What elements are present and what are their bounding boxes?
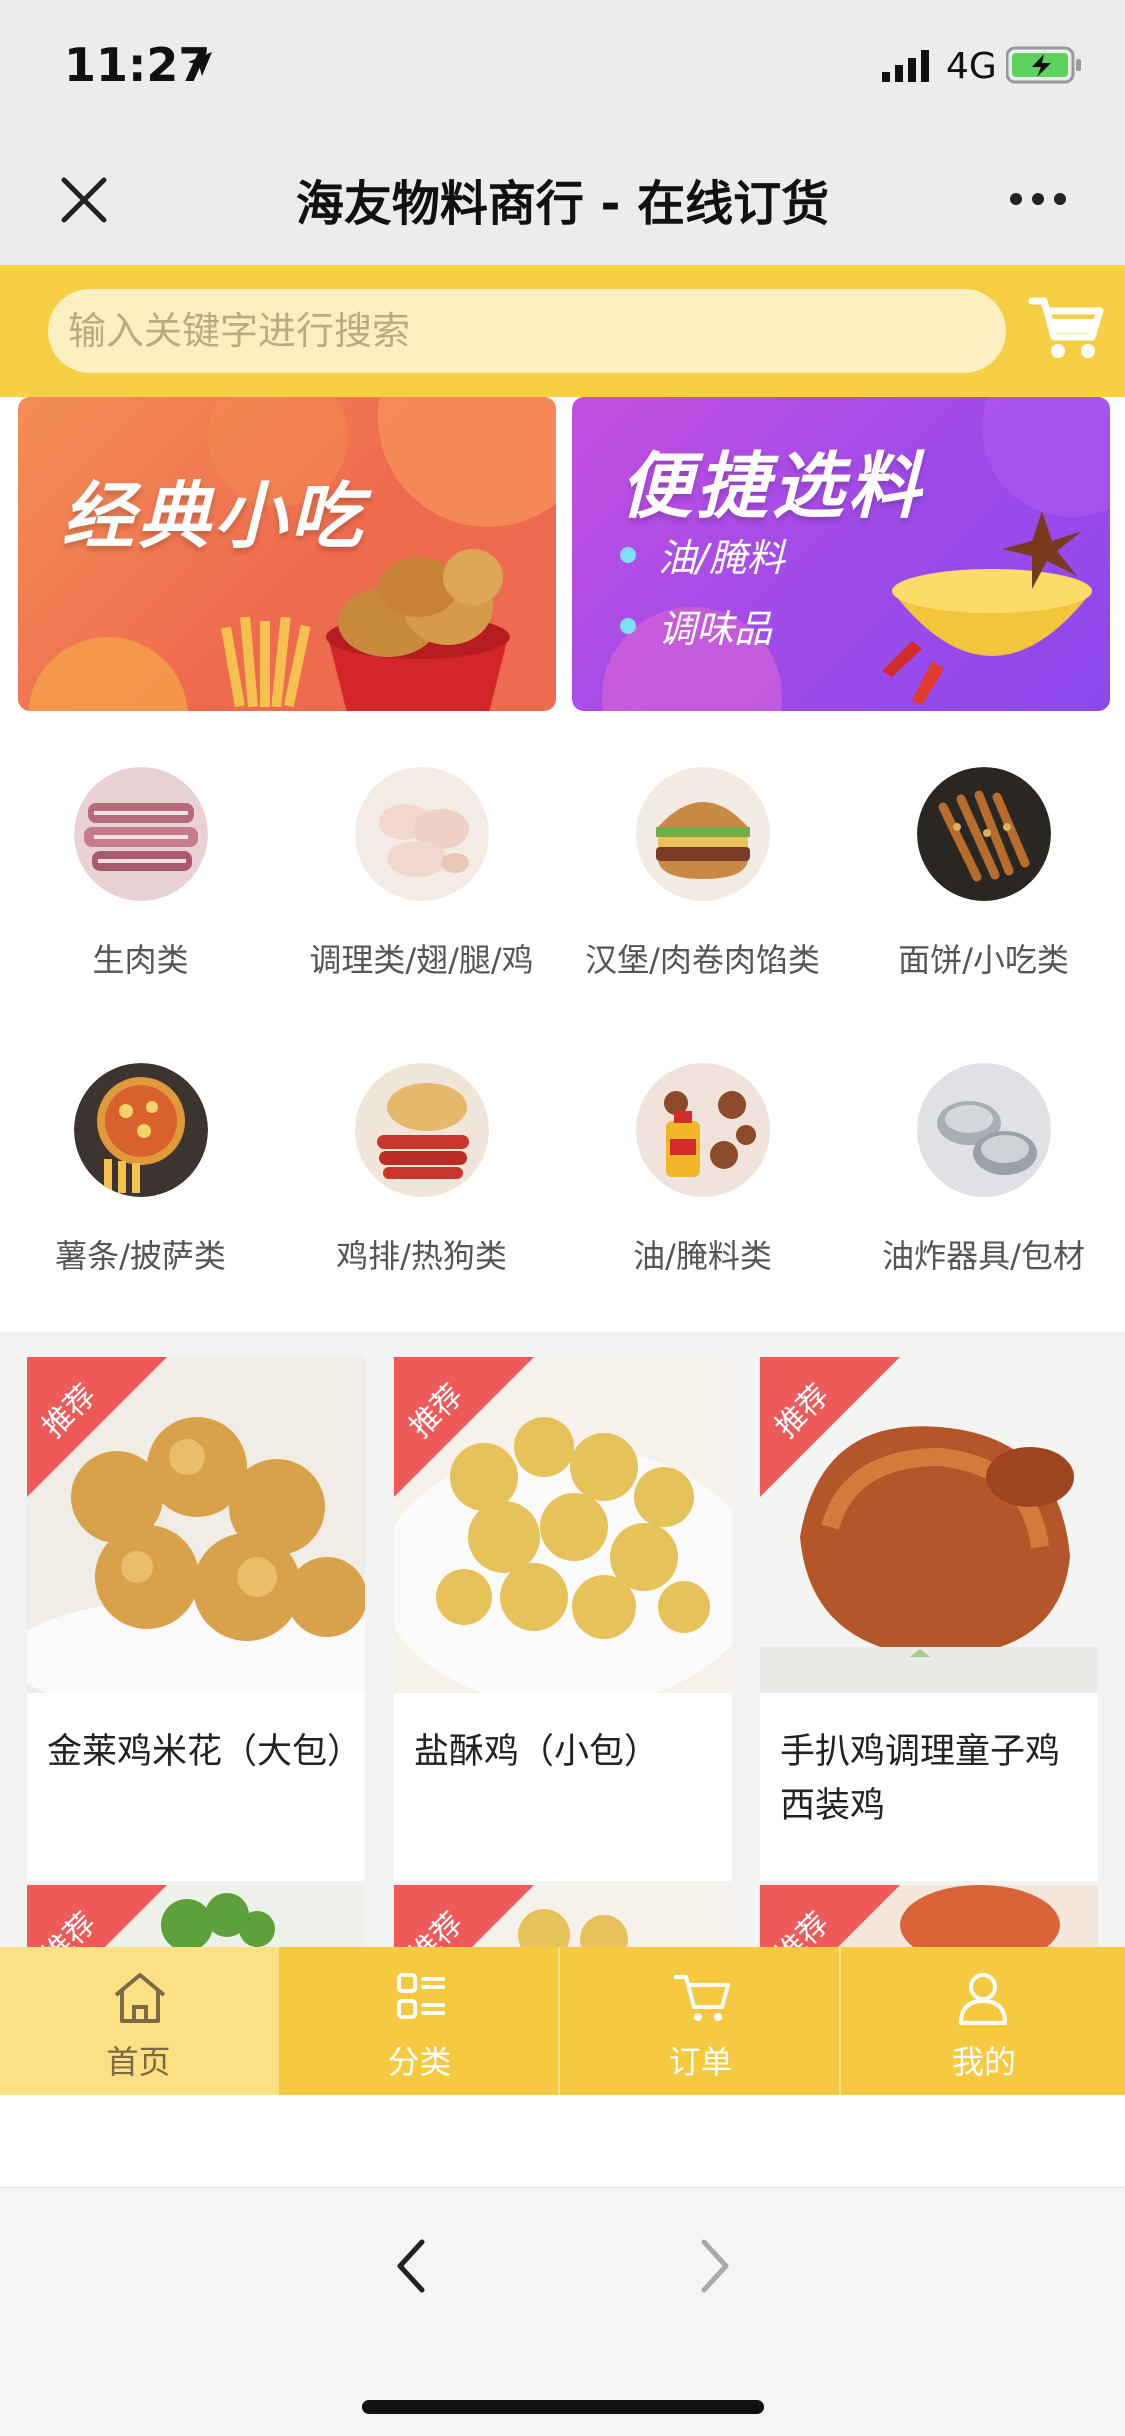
search-bar bbox=[0, 265, 1125, 397]
location-arrow-icon bbox=[188, 52, 212, 76]
tab-label: 订单 bbox=[668, 2043, 733, 2081]
more-options-icon[interactable] bbox=[1008, 184, 1068, 214]
cart-icon bbox=[674, 1975, 730, 2021]
status-bar: 11:27 4G bbox=[0, 0, 1125, 130]
product-name: 金莱鸡米花（大包） bbox=[47, 1732, 363, 1772]
tab-home[interactable]: 首页 bbox=[0, 1947, 279, 2095]
nav-bar: 海友物料商行 - 在线订货 bbox=[0, 130, 1125, 265]
category-label: 汉堡/肉卷肉馅类 bbox=[585, 941, 820, 979]
user-icon bbox=[959, 1973, 1007, 2025]
banner-easy-ingredients[interactable]: 便捷选料 油/腌料 调味品 bbox=[572, 397, 1110, 711]
category-burger[interactable]: 汉堡/肉卷肉馅类 bbox=[562, 767, 843, 981]
product-name: 盐酥鸡（小包） bbox=[414, 1732, 660, 1772]
banner-bullet: 油/腌料 bbox=[620, 527, 785, 582]
app-screen: 11:27 4G 海友物料商行 - 在线订货 输入关键字进行搜索 经典小吃 便捷… bbox=[0, 0, 1125, 2436]
banner-bullet: 调味品 bbox=[620, 598, 785, 653]
page-blank-area bbox=[0, 2095, 1125, 2187]
chicken-wings-image bbox=[354, 767, 489, 901]
category-label: 调理类/翅/腿/鸡 bbox=[309, 941, 534, 979]
fried-chicken-image bbox=[221, 549, 510, 711]
product-card[interactable]: 推荐 盐酥鸡（小包） bbox=[394, 1357, 732, 1881]
pizza-image bbox=[73, 1063, 208, 1197]
category-fryer[interactable]: 油炸器具/包材 bbox=[843, 1063, 1124, 1277]
tab-label: 我的 bbox=[951, 2043, 1016, 2081]
home-indicator[interactable] bbox=[362, 2400, 764, 2414]
tab-profile[interactable]: 我的 bbox=[843, 1947, 1125, 2095]
category-label: 薯条/披萨类 bbox=[55, 1237, 226, 1275]
tab-orders[interactable]: 订单 bbox=[562, 1947, 841, 2095]
raw-meat-image bbox=[73, 767, 208, 901]
bottom-tab-bar: 首页 分类 订单 我的 bbox=[0, 1947, 1125, 2095]
browser-toolbar bbox=[0, 2187, 1125, 2436]
skewers-image bbox=[916, 767, 1051, 901]
hotdog-image bbox=[354, 1063, 489, 1197]
category-label: 鸡排/热狗类 bbox=[336, 1237, 507, 1275]
forward-arrow-icon[interactable] bbox=[694, 2236, 734, 2296]
category-hotdog[interactable]: 鸡排/热狗类 bbox=[281, 1063, 562, 1277]
network-type: 4G bbox=[946, 46, 997, 87]
signal-icon bbox=[882, 50, 929, 82]
category-chicken-wings[interactable]: 调理类/翅/腿/鸡 bbox=[281, 767, 562, 981]
cart-icon[interactable] bbox=[1028, 293, 1104, 363]
oil-image bbox=[635, 1063, 770, 1197]
tab-label: 首页 bbox=[106, 2043, 171, 2081]
burger-image bbox=[635, 767, 770, 901]
category-pizza[interactable]: 薯条/披萨类 bbox=[0, 1063, 281, 1277]
search-input[interactable] bbox=[68, 289, 968, 373]
category-label: 油/腌料类 bbox=[633, 1237, 772, 1275]
home-icon bbox=[114, 1973, 166, 2023]
product-card[interactable]: 推荐 手扒鸡调理童子鸡西装鸡 bbox=[760, 1357, 1098, 1881]
category-label: 面饼/小吃类 bbox=[898, 941, 1069, 979]
tab-category[interactable]: 分类 bbox=[281, 1947, 560, 2095]
category-raw-meat[interactable]: 生肉类 bbox=[0, 767, 281, 981]
banner-bullets: 油/腌料 调味品 bbox=[620, 527, 785, 669]
product-name: 手扒鸡调理童子鸡西装鸡 bbox=[780, 1732, 1061, 1826]
product-card[interactable]: 推荐 bbox=[760, 1885, 1098, 1947]
close-icon[interactable] bbox=[54, 170, 114, 230]
category-label: 生肉类 bbox=[92, 941, 189, 979]
category-snacks[interactable]: 面饼/小吃类 bbox=[843, 767, 1124, 981]
category-oil[interactable]: 油/腌料类 bbox=[562, 1063, 843, 1277]
page-title: 海友物料商行 - 在线订货 bbox=[295, 176, 830, 232]
product-list: 推荐 金莱鸡米花（大包） 推荐 盐酥鸡（小包） 推荐 手扒鸡调理童子鸡西装鸡 推… bbox=[0, 1332, 1125, 1947]
search-box bbox=[48, 289, 1006, 373]
product-card[interactable]: 推荐 bbox=[394, 1885, 732, 1947]
category-label: 油炸器具/包材 bbox=[882, 1237, 1085, 1275]
product-card[interactable]: 推荐 bbox=[27, 1885, 365, 1947]
fryer-image bbox=[916, 1063, 1051, 1197]
product-card[interactable]: 推荐 金莱鸡米花（大包） bbox=[27, 1357, 365, 1881]
battery-charging-icon bbox=[1006, 46, 1081, 84]
category-grid: 生肉类 调理类/翅/腿/鸡 汉堡/肉卷肉馅类 面饼/小吃类 薯条/披萨类 鸡排/… bbox=[0, 737, 1125, 1332]
tab-label: 分类 bbox=[387, 2043, 452, 2081]
promo-banners: 经典小吃 便捷选料 油/腌料 调味品 bbox=[0, 397, 1125, 737]
back-arrow-icon[interactable] bbox=[392, 2236, 432, 2296]
category-icon bbox=[397, 1973, 445, 2019]
banner-classic-snacks[interactable]: 经典小吃 bbox=[18, 397, 556, 711]
oil-bowl-image bbox=[882, 511, 1092, 705]
